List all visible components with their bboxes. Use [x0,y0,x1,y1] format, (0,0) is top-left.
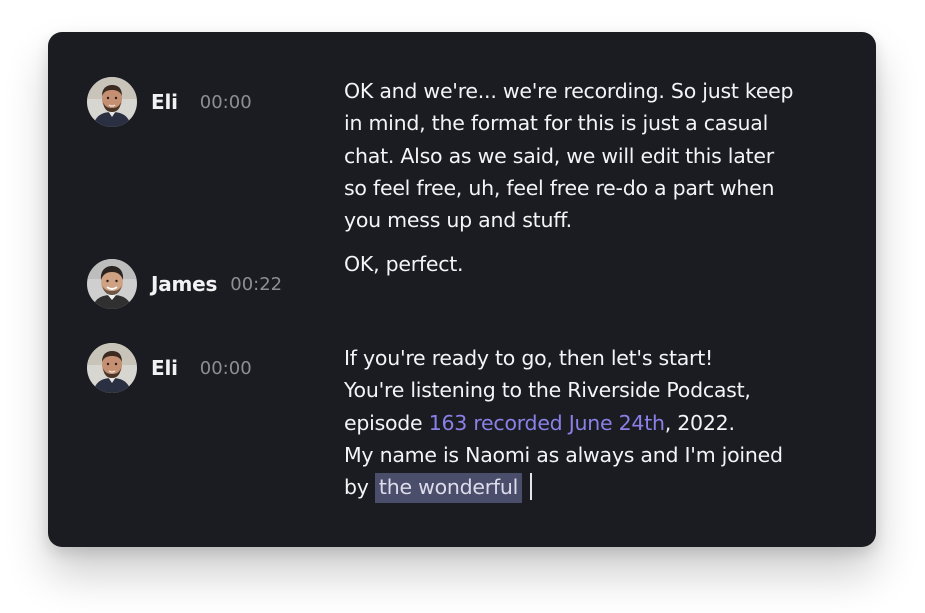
text-segment: , 2022. [664,410,735,435]
avatar[interactable] [87,343,137,393]
transcript-text[interactable]: OK and we're... we're recording. So just… [344,75,844,236]
timestamp[interactable]: 00:00 [200,358,252,379]
linked-text[interactable]: 163 recorded June 24th [429,411,665,435]
timestamp[interactable]: 00:22 [230,274,282,295]
person-avatar-icon [87,259,137,309]
transcript-text[interactable]: OK, perfect. [344,248,844,280]
speaker-name: Eli [151,356,178,380]
text-line: You're listening to the Riverside Podcas… [344,378,751,403]
text-line: so feel free, uh, feel free re-do a part… [344,175,775,200]
text-line: you mess up and stuff. [344,208,572,233]
text-line: chat. Also as we said, we will edit this… [344,143,774,168]
text-line: episode 163 recorded June 24th, 2022. [344,407,844,439]
speaker-name: Eli [151,90,178,114]
text-line: If you're ready to go, then let's start! [344,346,713,370]
text-line: OK and we're... we're recording. So just… [344,79,794,103]
timestamp[interactable]: 00:00 [200,92,252,113]
text-line: My name is Naomi as always and I'm joine… [344,442,783,467]
speaker-name: James [151,272,218,296]
person-avatar-icon [87,77,137,127]
person-avatar-icon [87,343,137,393]
text-line: by the wonderful [344,471,844,504]
text-line: OK, perfect. [344,252,464,276]
transcript-editor: Eli 00:00 OK and we're... we're recordin… [48,32,876,547]
speaker-info: Eli 00:00 [87,77,252,127]
speaker-info: James 00:22 [87,259,282,309]
text-segment: episode [344,410,429,435]
text-line: in mind, the format for this is just a c… [344,111,769,136]
selected-text[interactable]: the wonderful [374,473,523,504]
speaker-info: Eli 00:00 [87,343,252,393]
text-segment: by [344,475,375,500]
text-cursor [530,473,533,501]
transcript-text[interactable]: If you're ready to go, then let's start!… [344,342,844,504]
avatar[interactable] [87,259,137,309]
avatar[interactable] [87,77,137,127]
